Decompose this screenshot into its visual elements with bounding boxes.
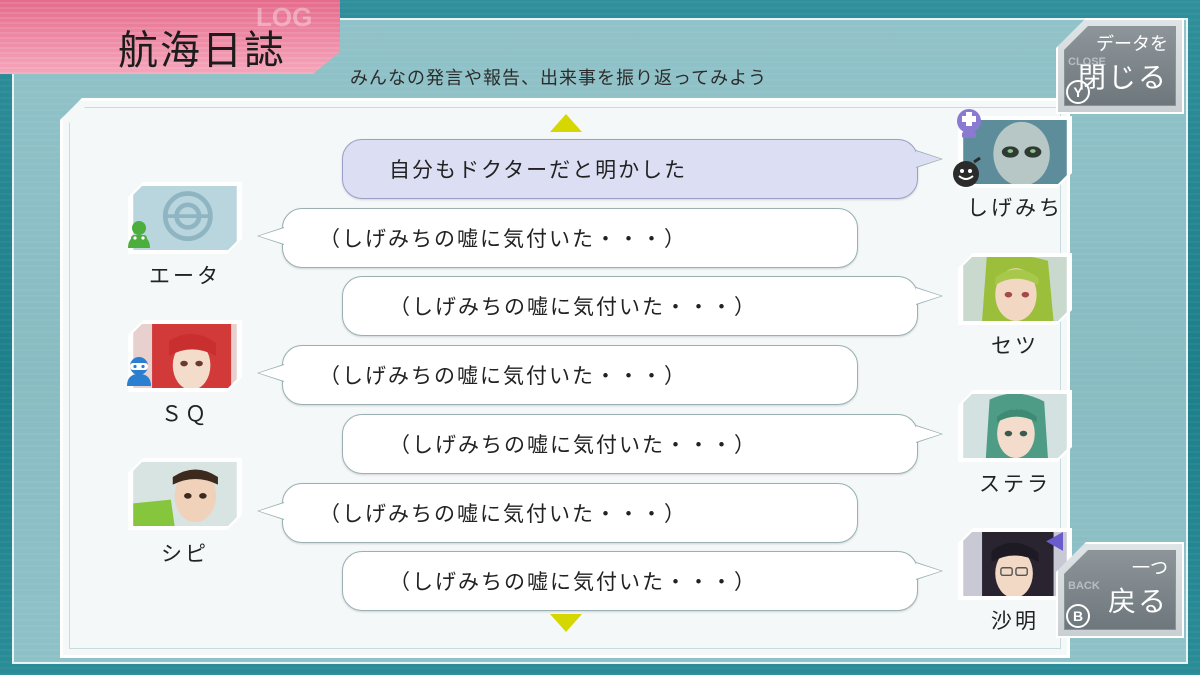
speaker-name: ステラ	[979, 472, 1051, 496]
log-entry-bubble[interactable]: （しげみちの嘘に気付いた・・・）	[342, 414, 943, 474]
close-button-label: 閉じる	[1077, 61, 1168, 94]
scroll-up-arrow-icon[interactable]	[549, 113, 583, 133]
log-entry-bubble[interactable]: （しげみちの嘘に気付いた・・・）	[257, 345, 858, 405]
y-key-icon: Y	[1066, 80, 1090, 104]
portrait-setsu	[960, 255, 1070, 323]
close-button-label-top: データを	[1096, 34, 1168, 55]
log-entry-bubble[interactable]: 自分もドクターだと明かした	[342, 139, 943, 199]
log-entry-bubble[interactable]: （しげみちの嘘に気付いた・・・）	[257, 208, 858, 268]
back-button-label-top: 一つ	[1132, 558, 1168, 579]
portrait-stella	[960, 392, 1070, 460]
b-key-icon: B	[1066, 604, 1090, 628]
back-button-label: 戻る	[1107, 585, 1168, 618]
scroll-down-arrow-icon[interactable]	[549, 613, 583, 633]
engineer-icon	[122, 218, 156, 252]
page-subtitle: みんなの発言や報告、出来事を振り返ってみよう	[350, 68, 768, 89]
log-entry-text: （しげみちの嘘に気付いた・・・）	[319, 227, 687, 251]
page-title: 航海日誌	[118, 28, 286, 74]
log-entry-bubble[interactable]: （しげみちの嘘に気付いた・・・）	[342, 276, 943, 336]
log-entry-text: （しげみちの嘘に気付いた・・・）	[319, 502, 687, 526]
back-button[interactable]: BACK 一つ 戻る B	[1056, 542, 1184, 638]
speaker-name: エータ	[149, 264, 221, 288]
speaker-name: シピ	[161, 542, 209, 566]
log-entry-bubble[interactable]: （しげみちの嘘に気付いた・・・）	[342, 551, 943, 611]
log-entry-text: （しげみちの嘘に気付いた・・・）	[319, 364, 687, 388]
doctor-icon	[952, 106, 986, 140]
speaker-name: ＳＱ	[161, 402, 209, 426]
log-entry-text: （しげみちの嘘に気付いた・・・）	[389, 295, 757, 319]
close-data-button[interactable]: CLOSE データを 閉じる Y	[1056, 18, 1184, 114]
crew-icon	[122, 354, 156, 388]
log-entry-text: （しげみちの嘘に気付いた・・・）	[389, 570, 757, 594]
speaker-name: しげみち	[967, 196, 1063, 220]
speaker-name: セツ	[991, 334, 1039, 358]
portrait-shipi	[130, 460, 240, 528]
log-entry-text: 自分もドクターだと明かした	[389, 158, 688, 182]
log-entry-text: （しげみちの嘘に気付いた・・・）	[389, 433, 757, 457]
back-button-bg-text: BACK	[1068, 580, 1100, 592]
portrait-shamin	[960, 530, 1070, 598]
bug-icon	[950, 156, 984, 190]
log-entry-bubble[interactable]: （しげみちの嘘に気付いた・・・）	[257, 483, 858, 543]
